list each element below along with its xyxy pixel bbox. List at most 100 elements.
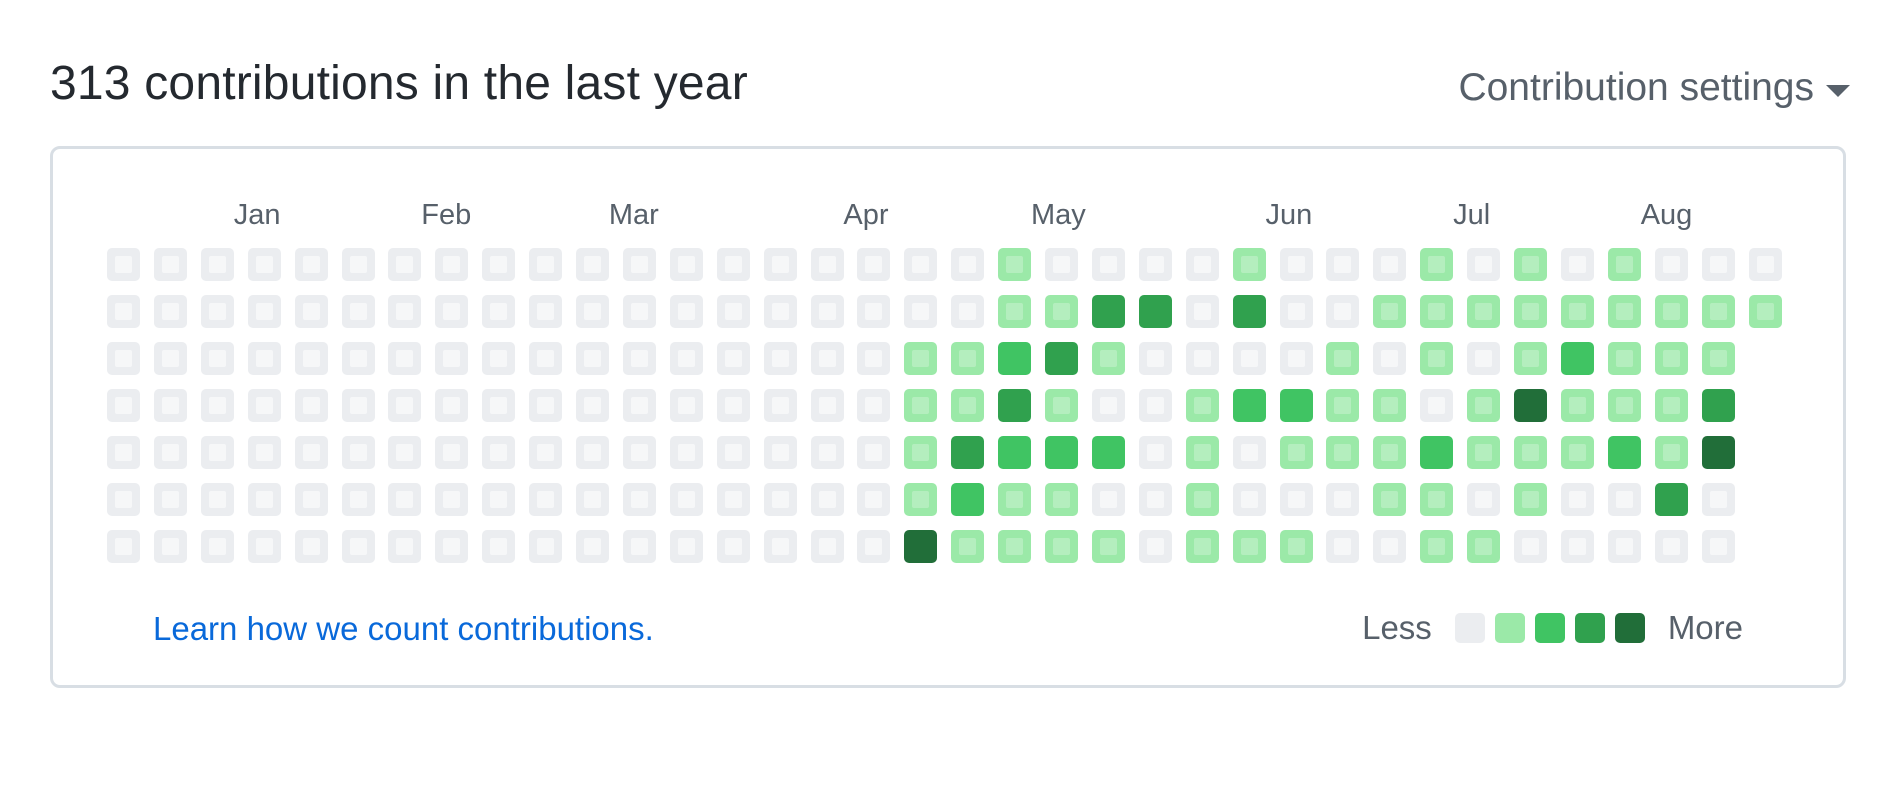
contribution-day[interactable] [153,389,187,422]
contribution-day[interactable] [1514,389,1547,422]
contribution-day[interactable] [1467,389,1501,422]
contribution-day[interactable] [294,295,328,328]
contribution-day[interactable] [294,436,328,469]
contribution-day[interactable] [1654,342,1688,375]
contribution-day[interactable] [1232,483,1266,516]
contribution-day[interactable] [763,248,797,281]
contribution-day[interactable] [294,248,328,281]
contribution-day[interactable] [482,483,516,516]
contribution-day[interactable] [1420,389,1454,422]
contribution-day[interactable] [1514,530,1547,563]
contribution-day[interactable] [200,248,234,281]
contribution-day[interactable] [1373,342,1407,375]
contribution-day[interactable] [294,342,328,375]
contribution-day[interactable] [1091,436,1125,469]
contribution-day[interactable] [951,436,985,469]
contribution-day[interactable] [1326,436,1360,469]
contribution-day[interactable] [247,295,281,328]
contribution-day[interactable] [1654,483,1688,516]
contribution-day[interactable] [200,295,234,328]
contribution-day[interactable] [576,483,609,516]
contribution-day[interactable] [1514,483,1547,516]
contribution-day[interactable] [1091,248,1125,281]
contribution-day[interactable] [1420,530,1454,563]
contribution-day[interactable] [904,248,938,281]
contribution-day[interactable] [294,389,328,422]
contribution-day[interactable] [482,436,516,469]
contribution-day[interactable] [1420,436,1454,469]
contribution-day[interactable] [998,389,1032,422]
contribution-day[interactable] [1701,248,1735,281]
contribution-day[interactable] [388,389,422,422]
contribution-day[interactable] [857,295,891,328]
contribution-day[interactable] [1514,248,1547,281]
contribution-day[interactable] [435,530,469,563]
contribution-day[interactable] [247,342,281,375]
contribution-day[interactable] [904,436,938,469]
contribution-day[interactable] [482,342,516,375]
contribution-day[interactable] [1560,248,1594,281]
contribution-day[interactable] [1185,436,1219,469]
contribution-day[interactable] [998,483,1032,516]
contribution-day[interactable] [1420,342,1454,375]
contribution-day[interactable] [1185,483,1219,516]
contribution-day[interactable] [388,295,422,328]
contribution-day[interactable] [1091,389,1125,422]
contribution-day[interactable] [716,248,750,281]
contribution-day[interactable] [435,483,469,516]
contribution-day[interactable] [1514,342,1547,375]
contribution-day[interactable] [1045,248,1078,281]
contribution-day[interactable] [1326,342,1360,375]
contribution-day[interactable] [247,483,281,516]
contribution-day[interactable] [763,342,797,375]
contribution-day[interactable] [1373,483,1407,516]
contribution-day[interactable] [1279,342,1313,375]
contribution-day[interactable] [951,389,985,422]
contribution-day[interactable] [247,389,281,422]
contribution-day[interactable] [857,342,891,375]
contribution-day[interactable] [388,483,422,516]
contribution-day[interactable] [153,436,187,469]
contribution-day[interactable] [1185,389,1219,422]
contribution-day[interactable] [1748,295,1782,328]
contribution-day[interactable] [1467,342,1501,375]
contribution-day[interactable] [1373,436,1407,469]
contribution-day[interactable] [153,530,187,563]
contribution-day[interactable] [1560,483,1594,516]
contribution-day[interactable] [716,436,750,469]
contribution-day[interactable] [810,483,844,516]
contribution-day[interactable] [341,295,375,328]
contribution-day[interactable] [857,483,891,516]
contribution-day[interactable] [576,436,609,469]
contribution-day[interactable] [763,295,797,328]
contribution-day[interactable] [951,248,985,281]
contribution-day[interactable] [153,295,187,328]
contribution-day[interactable] [763,389,797,422]
contribution-day[interactable] [951,295,985,328]
contribution-day[interactable] [1373,248,1407,281]
contribution-day[interactable] [998,342,1032,375]
contribution-day[interactable] [247,436,281,469]
contribution-day[interactable] [857,389,891,422]
contribution-day[interactable] [810,530,844,563]
contribution-day[interactable] [1091,295,1125,328]
contribution-day[interactable] [576,295,609,328]
contribution-day[interactable] [1326,295,1360,328]
contribution-day[interactable] [1654,530,1688,563]
contribution-day[interactable] [1654,295,1688,328]
contribution-day[interactable] [622,436,656,469]
contribution-day[interactable] [294,530,328,563]
contribution-day[interactable] [1232,389,1266,422]
contribution-day[interactable] [857,248,891,281]
contribution-day[interactable] [669,483,703,516]
contribution-day[interactable] [200,389,234,422]
contribution-day[interactable] [622,530,656,563]
contribution-day[interactable] [763,483,797,516]
contribution-settings-dropdown[interactable]: Contribution settings [1458,66,1850,110]
contribution-day[interactable] [1045,483,1078,516]
contribution-day[interactable] [1045,295,1078,328]
contribution-day[interactable] [1279,295,1313,328]
contribution-day[interactable] [107,295,140,328]
contribution-day[interactable] [1607,248,1641,281]
contribution-day[interactable] [1091,342,1125,375]
